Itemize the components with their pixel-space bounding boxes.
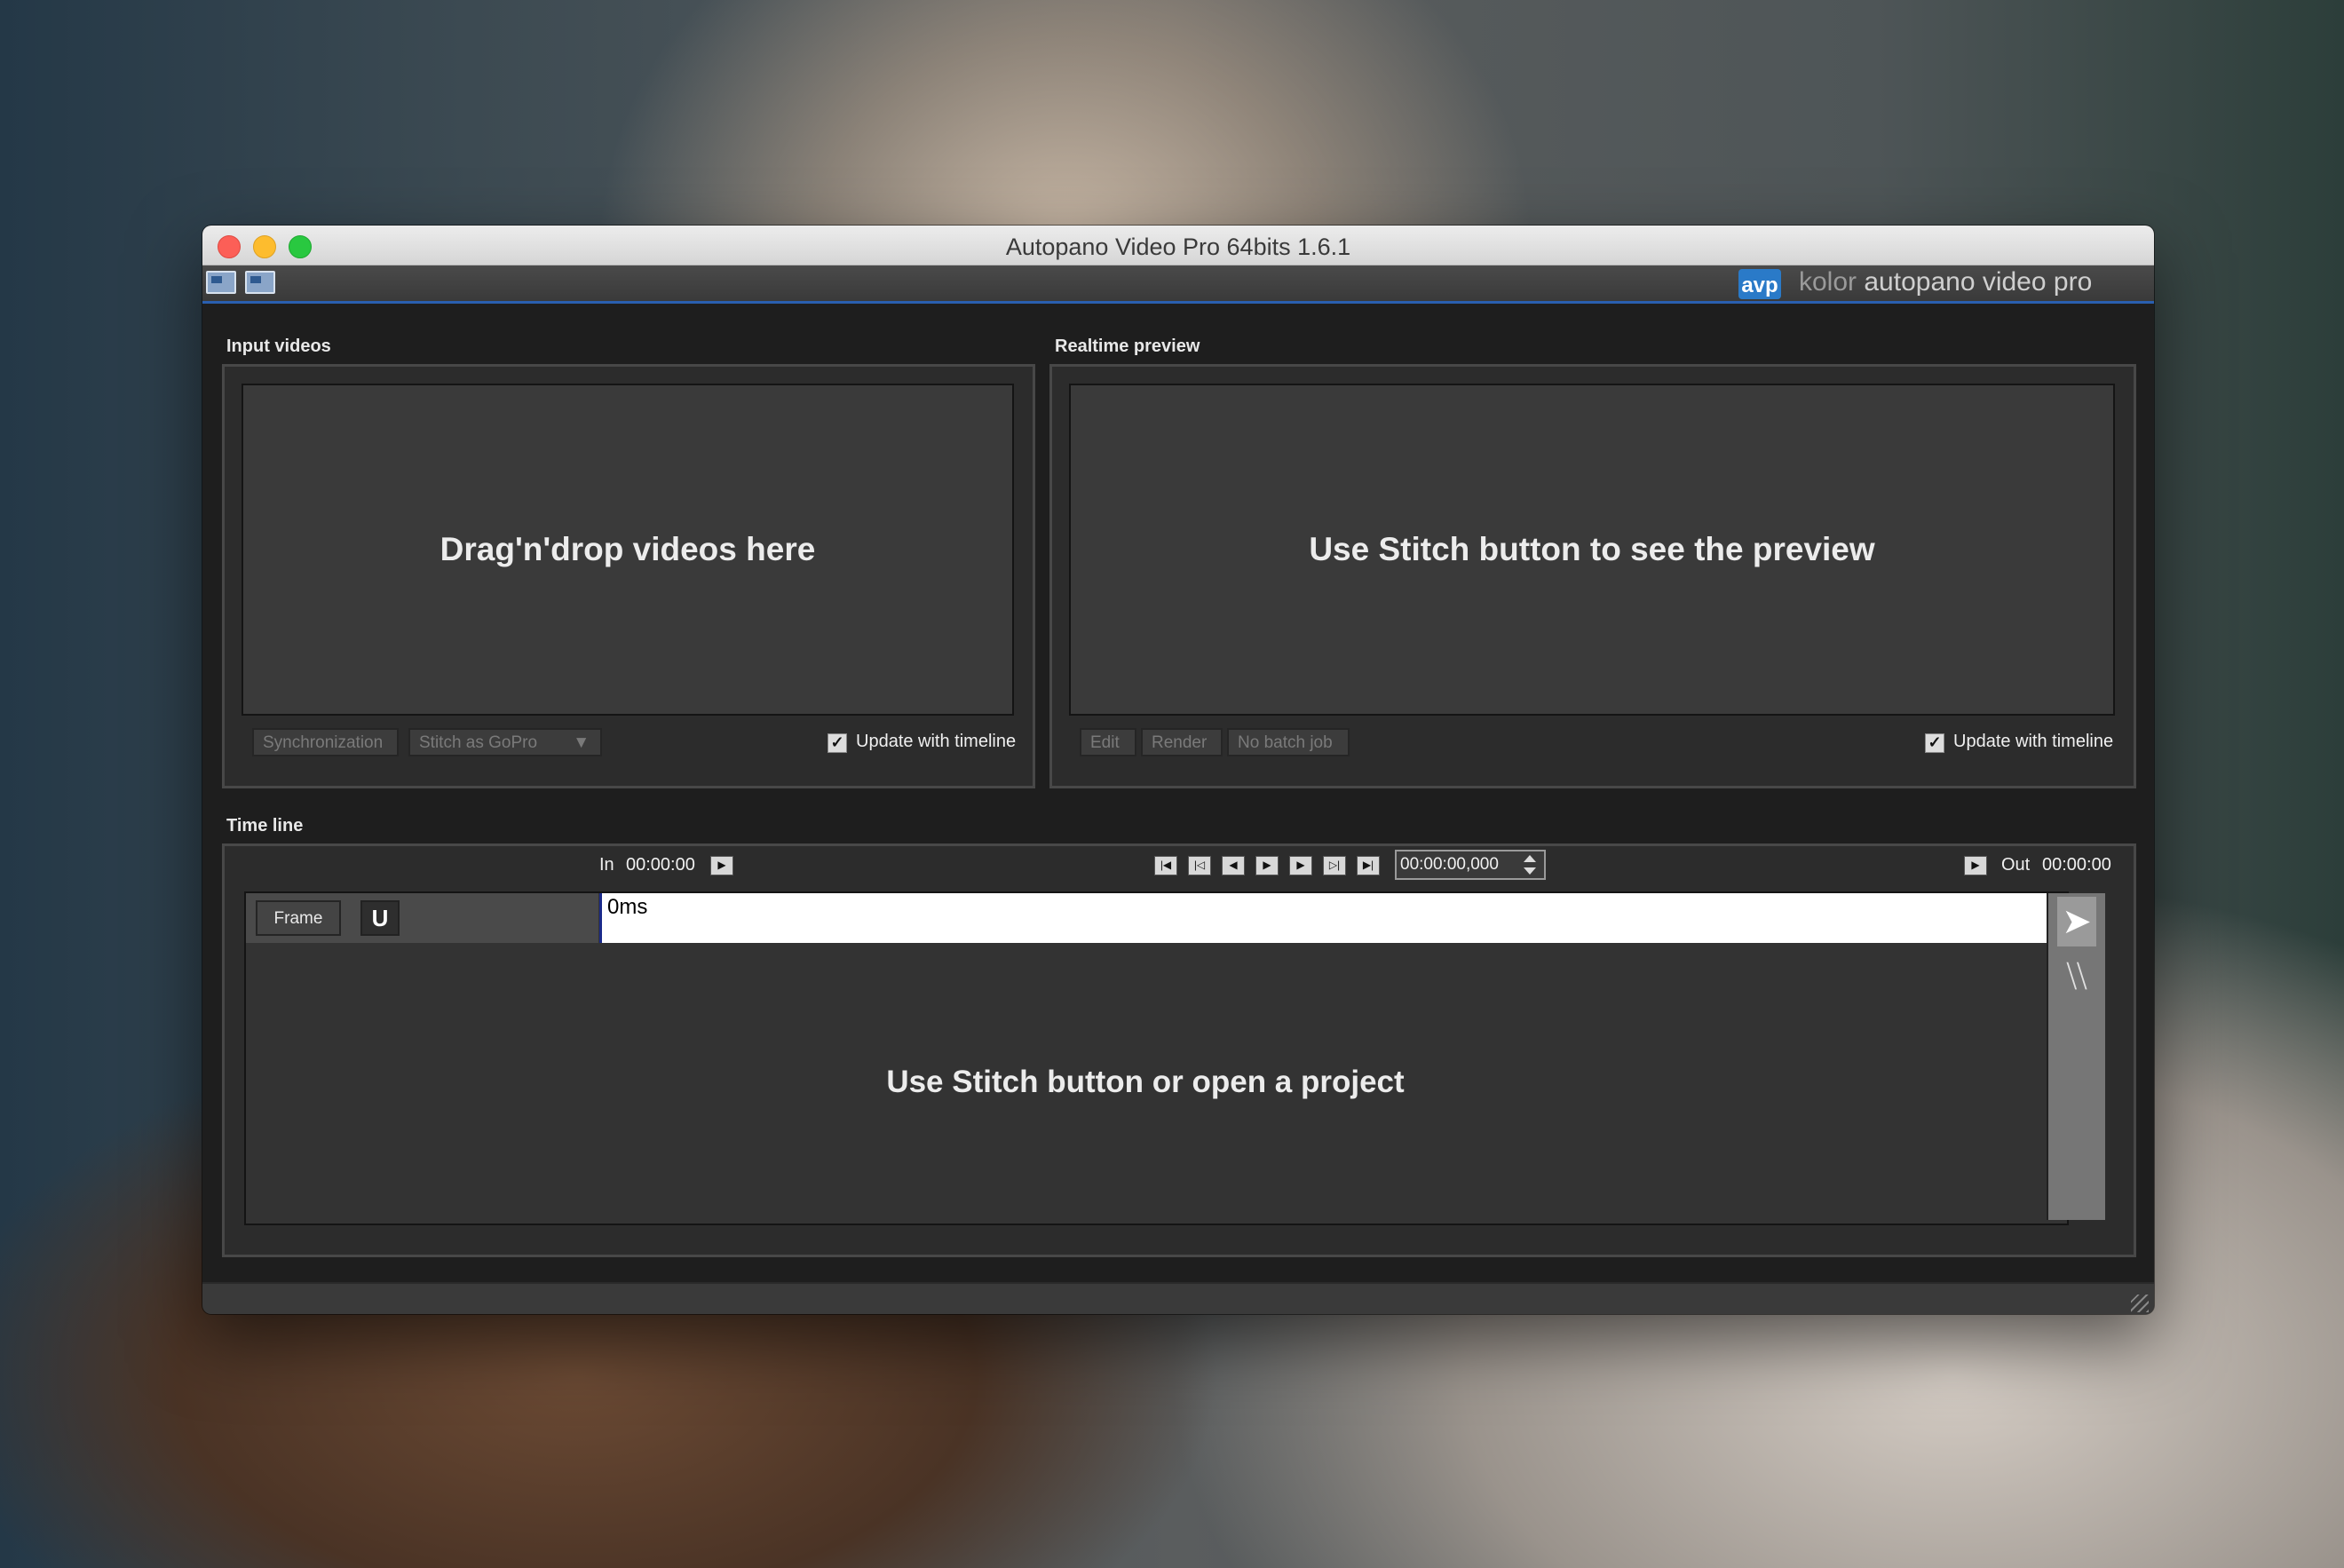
avp-logo: avp [1738,269,1781,299]
window-title: Autopano Video Pro 64bits 1.6.1 [1005,234,1351,260]
preview-update-label: Update with timeline [1953,732,2114,751]
set-in-flag-icon[interactable]: ▶ [710,856,733,875]
play-icon[interactable]: ▶ [1255,856,1279,875]
in-time: 00:00:00 [626,855,695,875]
toolbar: avp kolor autopano video pro [202,265,2154,304]
step-forward-icon[interactable]: ▶ [1289,856,1312,875]
input-update-label: Update with timeline [856,732,1017,751]
frame-button[interactable]: Frame [256,900,341,936]
step-back-icon[interactable]: ◀ [1222,856,1245,875]
resize-grip-icon[interactable] [2131,1295,2149,1312]
select-tool-icon[interactable]: ➤ [2057,897,2096,946]
out-time: 00:00:00 [2042,855,2111,875]
import-video-icon[interactable] [245,271,275,294]
status-bar [202,1282,2154,1314]
current-time-value: 00:00:00,000 [1400,855,1499,874]
input-update-checkbox[interactable]: ✓ [828,733,847,753]
input-videos-label: Input videos [226,337,331,356]
out-label: Out [2001,855,2031,875]
timeline-tools: ➤ ⧹⧹ [2047,893,2105,1220]
prev-key-icon[interactable]: |◁ [1188,856,1211,875]
cut-tool-icon[interactable]: ⧹⧹ [2055,959,2098,994]
render-button[interactable]: Render [1141,728,1223,756]
set-out-flag-icon[interactable]: ▶ [1964,856,1987,875]
batch-job-button[interactable]: No batch job [1227,728,1350,756]
preview-update-checkbox[interactable]: ✓ [1925,733,1944,753]
open-video-icon[interactable] [206,271,236,294]
title-bar: Autopano Video Pro 64bits 1.6.1 [202,226,2154,265]
time-spinner-icon[interactable] [1523,855,1537,875]
chevron-down-icon: ▼ [573,733,590,752]
go-start-icon[interactable]: |◀ [1154,856,1177,875]
input-videos-dropzone[interactable]: Drag'n'drop videos here [242,384,1014,716]
edit-button[interactable]: Edit [1080,728,1136,756]
timeline-placeholder: Use Stitch button or open a project [886,1065,1405,1099]
go-end-icon[interactable]: ▶| [1357,856,1380,875]
brand-name: kolor autopano video pro [1799,267,2093,297]
app-window: Autopano Video Pro 64bits 1.6.1 avp kolo… [202,226,2154,1314]
ruler-start-text: 0ms [607,895,648,919]
realtime-preview-area: Use Stitch button to see the preview [1069,384,2115,716]
current-time-field[interactable]: 00:00:00,000 [1395,850,1546,880]
timeline-ruler[interactable]: 0ms [599,893,2047,943]
in-label: In [599,855,614,875]
stitch-as-select[interactable]: Stitch as GoPro ▼ [408,728,602,756]
timeline-label: Time line [226,816,304,835]
realtime-preview-label: Realtime preview [1055,337,1200,356]
synchronization-button[interactable]: Synchronization [252,728,399,756]
snap-magnet-icon[interactable]: U [360,900,400,936]
stitch-as-value: Stitch as GoPro [419,733,538,752]
next-key-icon[interactable]: ▷| [1323,856,1346,875]
